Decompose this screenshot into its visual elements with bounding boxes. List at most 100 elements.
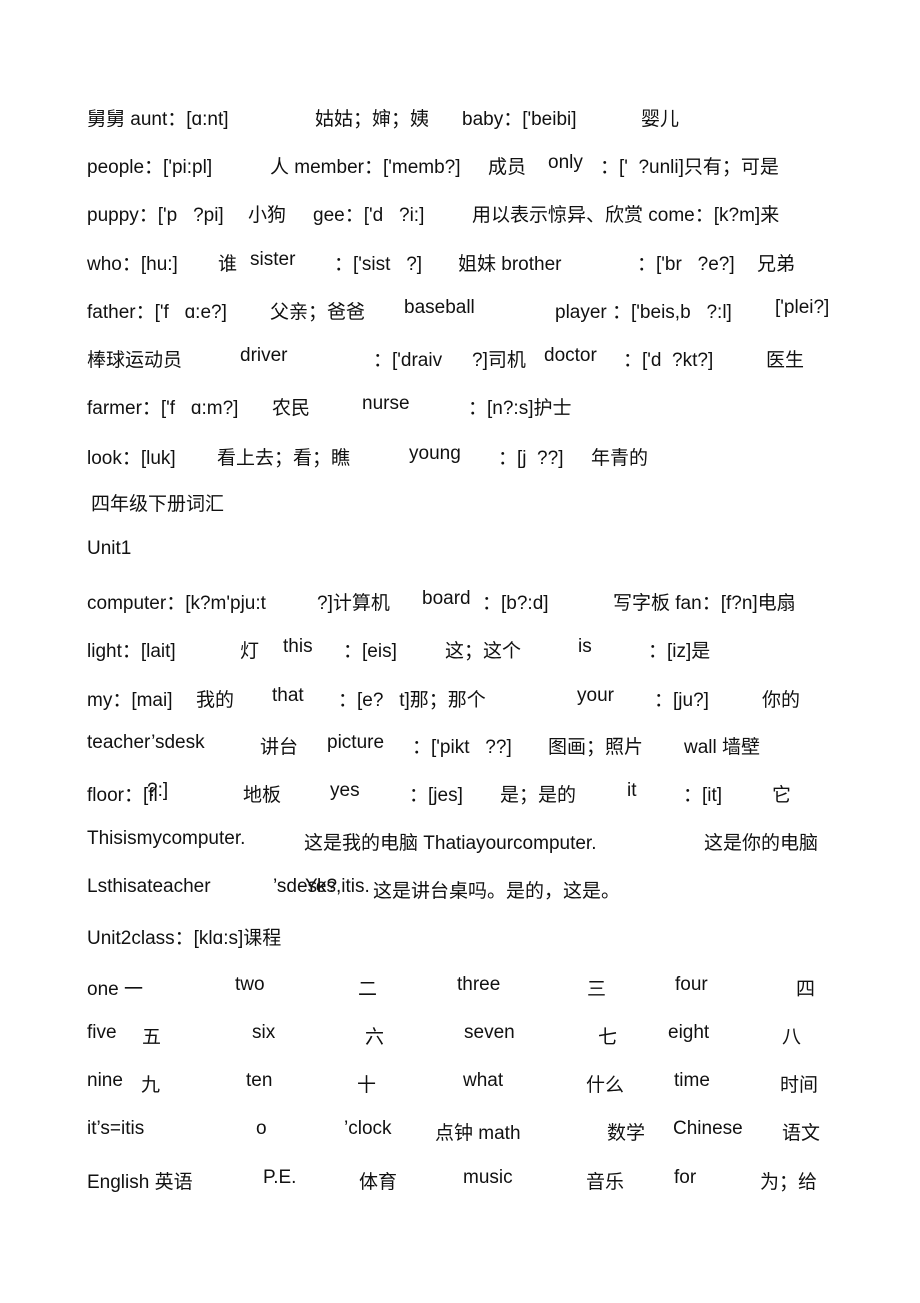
text-segment: 兄弟 xyxy=(757,254,796,275)
text-segment: ：['br ?e?] xyxy=(637,254,735,275)
text-segment: 写字板 fan：[f?n]电扇 xyxy=(613,593,796,614)
text-segment: 年青的 xyxy=(591,448,649,469)
text-segment: 用以表示惊异、欣赏 come：[k?m]来 xyxy=(472,205,780,226)
text-segment: ：[jes] xyxy=(409,785,463,806)
text-segment: ：[n?:s]护士 xyxy=(468,398,572,419)
text-segment: 四 xyxy=(796,979,816,1000)
text-segment: 四年级下册词汇 xyxy=(91,494,225,515)
text-segment: ['plei?] xyxy=(775,297,830,318)
text-segment: it xyxy=(627,780,637,801)
text-line: computer：[k?m'pju:t ?]计算机 board ：[b?:d] 写字板 … xyxy=(0,588,920,614)
text-segment: 八 xyxy=(782,1027,802,1048)
text-segment: Lsthisateacher xyxy=(87,876,211,897)
text-segment: ten xyxy=(246,1070,273,1091)
text-segment: nine xyxy=(87,1070,123,1091)
text-segment: 成员 xyxy=(488,157,527,178)
text-segment: 姑姑；婶；姨 xyxy=(315,109,430,130)
text-line: it’s=itis o ’clock 点钟 math 数学 Chinese 语文 xyxy=(0,1118,920,1144)
text-segment: 什么 xyxy=(586,1075,625,1096)
text-segment: what xyxy=(463,1070,504,1091)
text-segment: only xyxy=(548,152,583,173)
text-segment: driver xyxy=(240,345,288,366)
text-segment: four xyxy=(675,974,708,995)
text-line: one 一 two 二 three 三 four 四 xyxy=(0,974,920,1000)
text-segment: ?]计算机 xyxy=(317,593,390,614)
text-segment: 五 xyxy=(142,1027,162,1048)
text-line: floor：[fl?:] 地板 yes ：[jes] 是；是的 it ：[it] 它 xyxy=(0,780,920,806)
text-line: 四年级下册词汇 xyxy=(0,489,920,515)
text-segment: Unit2class：[klɑ:s]课程 xyxy=(87,928,282,949)
text-segment: 七 xyxy=(598,1027,618,1048)
text-segment: sister xyxy=(250,249,296,270)
text-segment: 父亲；爸爸 xyxy=(270,302,366,323)
text-segment: gee：['d ?i:] xyxy=(313,205,425,226)
text-segment: seven xyxy=(464,1022,515,1043)
text-segment: 二 xyxy=(358,979,378,1000)
text-segment: 讲台 xyxy=(260,737,299,758)
text-segment: five xyxy=(87,1022,117,1043)
text-segment: that xyxy=(272,685,304,706)
text-segment: 地板 xyxy=(243,785,282,806)
text-segment: 十 xyxy=(357,1075,377,1096)
text-segment: three xyxy=(457,974,501,995)
text-segment: ：[b?:d] xyxy=(482,593,549,614)
text-segment: ：['d ?kt?] xyxy=(623,350,714,371)
text-line: five 五 six 六 seven 七 eight 八 xyxy=(0,1022,920,1048)
text-segment: 人 member：['memb?] xyxy=(270,157,461,178)
text-line: 舅舅 aunt：[ɑ:nt] 姑姑；婶；姨 baby：['beibi] 婴儿 xyxy=(0,104,920,130)
text-segment: 你的 xyxy=(762,690,801,711)
text-line: English 英语 P.E. 体育 music 音乐 for 为；给 xyxy=(0,1167,920,1193)
text-segment: ：[ju?] xyxy=(654,690,709,711)
text-segment: ?]司机 xyxy=(472,350,526,371)
text-segment: 为；给 xyxy=(760,1172,818,1193)
text-segment: six xyxy=(252,1022,276,1043)
text-segment: P.E. xyxy=(263,1167,297,1188)
text-segment: player ：['beis,b ?:l] xyxy=(555,302,732,323)
text-segment: doctor xyxy=(544,345,597,366)
text-segment: 这；这个 xyxy=(445,641,522,662)
text-segment: father：['f ɑ:e?] xyxy=(87,302,227,323)
text-segment: 舅舅 aunt：[ɑ:nt] xyxy=(87,109,229,130)
text-segment: nurse xyxy=(362,393,410,414)
text-segment: 这是你的电脑 xyxy=(704,833,819,854)
text-segment: ：[it] xyxy=(683,785,723,806)
text-segment: 婴儿 xyxy=(641,109,680,130)
text-line: father：['f ɑ:e?] 父亲；爸爸 baseball player ：['b… xyxy=(0,297,920,323)
text-segment: who：[hu:] xyxy=(87,254,178,275)
text-segment: 时间 xyxy=(780,1075,819,1096)
text-segment: light：[lait] xyxy=(87,641,176,662)
text-segment: ：['sist ?] xyxy=(334,254,423,275)
text-segment: eight xyxy=(668,1022,710,1043)
text-segment: 六 xyxy=(365,1027,385,1048)
text-segment: board xyxy=(422,588,471,609)
text-line: nine 九 ten 十 what 什么 time 时间 xyxy=(0,1070,920,1096)
text-segment: 医生 xyxy=(766,350,805,371)
text-line: Lsthisateacher’sdesk? Yes,itis. 这是讲台桌吗。是的，… xyxy=(0,876,920,902)
text-segment: baseball xyxy=(404,297,475,318)
text-segment: 这是我的电脑 Thatiayourcomputer. xyxy=(304,833,597,854)
text-segment: 语文 xyxy=(782,1123,821,1144)
text-segment: your xyxy=(577,685,614,706)
text-segment: people：['pi:pl] xyxy=(87,157,213,178)
text-segment: ’clock xyxy=(344,1118,392,1139)
text-segment: 姐妹 brother xyxy=(458,254,562,275)
text-line: 棒球运动员 driver ：['draiv ?]司机 doctor ：['d ?kt?] 医… xyxy=(0,345,920,371)
text-segment: 这是讲台桌吗。是的，这是。 xyxy=(373,881,621,902)
text-segment: 棒球运动员 xyxy=(87,350,183,371)
text-segment: farmer：['f ɑ:m?] xyxy=(87,398,239,419)
text-segment: puppy：['p ?pi] xyxy=(87,205,224,226)
text-segment: 图画；照片 xyxy=(548,737,644,758)
text-segment: 谁 xyxy=(218,254,238,275)
text-segment: look：[luk] xyxy=(87,448,176,469)
text-segment: one 一 xyxy=(87,979,143,1000)
text-segment: is xyxy=(578,636,592,657)
text-segment: yes xyxy=(330,780,360,801)
text-segment: young xyxy=(409,443,461,464)
text-segment: wall 墙壁 xyxy=(684,737,761,758)
text-line: people：['pi:pl] 人 member：['memb?] 成员 only ：[… xyxy=(0,152,920,178)
text-line: look：[luk] 看上去；看；瞧 young ：[j ??] 年青的 xyxy=(0,443,920,469)
text-segment: 数学 xyxy=(607,1123,646,1144)
text-segment: ：[eis] xyxy=(343,641,397,662)
text-line: puppy：['p ?pi] 小狗 gee：['d ?i:] 用以表示惊异、欣赏 co… xyxy=(0,200,920,226)
text-segment: Chinese xyxy=(673,1118,743,1139)
